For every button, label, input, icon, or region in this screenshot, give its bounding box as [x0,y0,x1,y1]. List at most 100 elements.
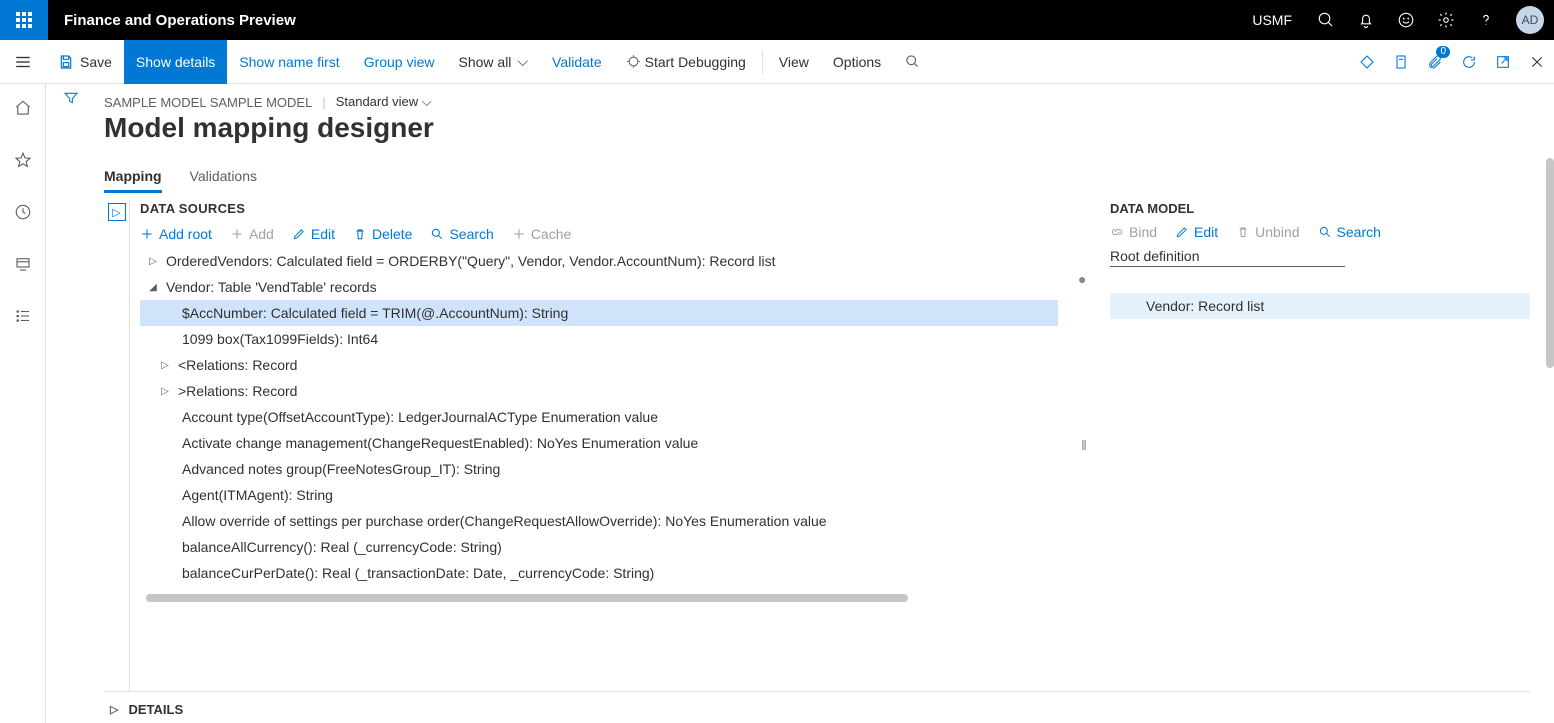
tree-row[interactable]: balanceCurPerDate(): Real (_transactionD… [140,560,1058,586]
tree-row[interactable]: ◢ Vendor: Table 'VendTable' records [140,274,1058,300]
details-title: DETAILS [128,702,183,717]
breadcrumb: SAMPLE MODEL SAMPLE MODEL | Standard vie… [104,94,1530,110]
smile-icon[interactable] [1386,0,1426,40]
refresh-icon[interactable] [1452,40,1486,84]
tree-row[interactable]: Allow override of settings per purchase … [140,508,1058,534]
tree-row[interactable]: Activate change management(ChangeRequest… [140,430,1058,456]
show-name-first-button[interactable]: Show name first [227,40,351,84]
page-icon[interactable] [1384,40,1418,84]
chevron-down-icon: ⌵ [517,53,528,70]
nav-toggle-button[interactable] [0,40,46,84]
add-root-button[interactable]: Add root [140,226,212,242]
tree-row-label: Vendor: Table 'VendTable' records [166,279,377,295]
data-sources-title: DATA SOURCES [140,201,1058,216]
unbind-button: Unbind [1236,224,1299,240]
splitter-handle[interactable]: ‖ [1078,437,1090,453]
main-content: SAMPLE MODEL SAMPLE MODEL | Standard vie… [96,84,1554,723]
tree-row[interactable]: ▷ <Relations: Record [140,352,1058,378]
workspace-icon[interactable] [5,246,41,282]
tree-row-label: balanceAllCurrency(): Real (_currencyCod… [182,539,502,555]
tree-row-label: Account type(OffsetAccountType): LedgerJ… [182,409,658,425]
actionbar-search-button[interactable] [893,40,932,84]
tree-row[interactable]: 1099 box(Tax1099Fields): Int64 [140,326,1058,352]
bind-button: Bind [1110,224,1157,240]
expander-icon[interactable]: ▷ [146,256,160,267]
view-selector[interactable]: Standard view ⌵ [336,94,432,110]
app-launcher-button[interactable] [0,0,48,40]
gear-icon[interactable] [1426,0,1466,40]
horizontal-scrollbar[interactable] [146,594,908,602]
search-icon[interactable] [1306,0,1346,40]
close-button[interactable] [1520,40,1554,84]
expander-icon[interactable]: ◢ [146,282,160,293]
top-bar: Finance and Operations Preview USMF AD [0,0,1554,40]
root-definition-label: Root definition [1110,248,1530,264]
add-button: Add [230,226,274,242]
details-section-toggle[interactable]: ▷ DETAILS [104,691,1530,723]
tree-row-label: balanceCurPerDate(): Real (_transactionD… [182,565,654,581]
page-scrollbar[interactable] [1546,158,1554,368]
search-button[interactable]: Search [430,226,493,242]
panel-collapse-handle[interactable]: ▷ [104,201,130,691]
tree-row[interactable]: ▷ OrderedVendors: Calculated field = ORDE… [140,248,1058,274]
data-model-node[interactable]: Vendor: Record list [1110,293,1530,319]
dm-edit-button[interactable]: Edit [1175,224,1218,240]
tree-row[interactable]: balanceAllCurrency(): Real (_currencyCod… [140,534,1058,560]
tab-validations[interactable]: Validations [190,162,257,193]
bell-icon[interactable] [1346,0,1386,40]
start-debugging-button[interactable]: Start Debugging [614,40,758,84]
home-icon[interactable] [5,90,41,126]
tabs: Mapping Validations [104,162,1530,193]
tree-row-label: Allow override of settings per purchase … [182,513,827,529]
save-label: Save [80,54,112,70]
list-icon[interactable] [5,298,41,334]
clock-icon[interactable] [5,194,41,230]
company-selector[interactable]: USMF [1238,12,1306,28]
app-title: Finance and Operations Preview [48,12,312,29]
cache-button: Cache [512,226,571,242]
binding-marker-icon: ● [1078,271,1090,287]
tree-row[interactable]: $AccNumber: Calculated field = TRIM(@.Ac… [140,300,1058,326]
view-button[interactable]: View [767,40,821,84]
validate-button[interactable]: Validate [540,40,614,84]
filter-column[interactable] [46,84,96,723]
save-button[interactable]: Save [46,40,124,84]
delete-button[interactable]: Delete [353,226,412,242]
chevron-down-icon: ⌵ [422,94,432,109]
left-rail [0,84,46,723]
options-button[interactable]: Options [821,40,893,84]
tree-row[interactable]: Advanced notes group(FreeNotesGroup_IT):… [140,456,1058,482]
tree-row[interactable]: Agent(ITMAgent): String [140,482,1058,508]
expander-icon[interactable]: ▷ [158,386,172,397]
star-icon[interactable] [5,142,41,178]
tree-row-label: Agent(ITMAgent): String [182,487,333,503]
tree-row-label: OrderedVendors: Calculated field = ORDER… [166,253,776,269]
dm-search-button[interactable]: Search [1318,224,1381,240]
attachments-badge: 0 [1436,46,1450,58]
data-model-title: DATA MODEL [1110,201,1530,216]
group-view-button[interactable]: Group view [352,40,447,84]
expander-icon[interactable]: ▷ [158,360,172,371]
popout-icon[interactable] [1486,40,1520,84]
tree-row[interactable]: Account type(OffsetAccountType): LedgerJ… [140,404,1058,430]
user-avatar[interactable]: AD [1516,6,1544,34]
show-details-button[interactable]: Show details [124,40,227,84]
edit-button[interactable]: Edit [292,226,335,242]
tree-row-label: <Relations: Record [178,357,297,373]
show-all-dropdown[interactable]: Show all⌵ [447,40,541,84]
tree-row-label: >Relations: Record [178,383,297,399]
tree-row-label: 1099 box(Tax1099Fields): Int64 [182,331,378,347]
chevron-right-icon: ▷ [110,703,118,716]
tab-mapping[interactable]: Mapping [104,162,162,193]
tree-row-label: Advanced notes group(FreeNotesGroup_IT):… [182,461,500,477]
data-sources-panel: ▷ DATA SOURCES Add root Add Edit Delete … [104,201,1058,691]
help-icon[interactable] [1466,0,1506,40]
data-sources-tree[interactable]: ▷ OrderedVendors: Calculated field = ORDE… [140,248,1058,586]
tree-row[interactable]: ▷ >Relations: Record [140,378,1058,404]
action-bar: Save Show details Show name first Group … [0,40,1554,84]
diamond-icon[interactable] [1350,40,1384,84]
attachments-button[interactable]: 0 [1418,40,1452,84]
tree-row-label: Activate change management(ChangeRequest… [182,435,698,451]
page-title: Model mapping designer [104,112,1530,144]
tree-row-label: $AccNumber: Calculated field = TRIM(@.Ac… [182,305,568,321]
